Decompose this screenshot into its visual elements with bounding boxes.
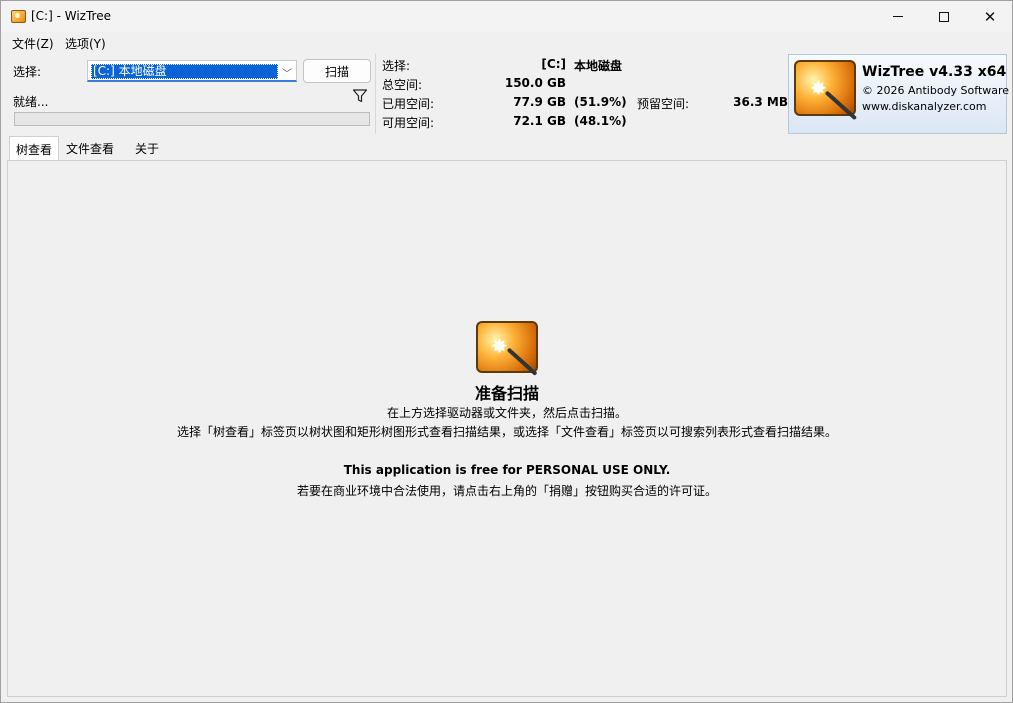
reserved-space-value: 36.3 MB xyxy=(733,95,788,109)
license-notice: This application is free for PERSONAL US… xyxy=(343,463,671,477)
website-link[interactable]: www.diskanalyzer.com xyxy=(862,100,987,113)
star-icon: ✸ xyxy=(810,76,827,100)
filter-icon[interactable] xyxy=(352,88,368,104)
free-space-value: 72.1 GB xyxy=(513,114,566,128)
status-text: 就绪... xyxy=(13,95,49,109)
tree-view-content: ✸ 准备扫描 在上方选择驱动器或文件夹，然后点击扫描。 选择「树查看」标签页以树… xyxy=(7,160,1007,697)
scan-button[interactable]: 扫描 xyxy=(303,59,371,83)
total-space-label: 总空间: xyxy=(382,78,423,92)
wizard-wand-icon: ✸ xyxy=(794,60,858,121)
copyright: © 2026 Antibody Software xyxy=(862,84,1010,97)
used-space-percent: (51.9%) xyxy=(574,95,627,109)
free-space-label: 可用空间: xyxy=(382,116,435,130)
menu-bar: 文件(Z) 选项(Y) xyxy=(1,32,1012,53)
info-drive-name: 本地磁盘 xyxy=(574,59,623,73)
menu-options[interactable]: 选项(Y) xyxy=(65,35,106,52)
app-name: WizTree v4.33 x64 xyxy=(862,64,1007,80)
drive-info-panel: 选择: [C:] 本地磁盘 总空间: 150.0 GB 已用空间: 77.9 G… xyxy=(375,54,788,134)
close-icon: ✕ xyxy=(983,7,997,26)
maximize-icon xyxy=(939,11,949,22)
wand-icon xyxy=(506,347,538,376)
used-space-value: 77.9 GB xyxy=(513,95,566,109)
app-icon xyxy=(11,10,26,23)
reserved-space-label: 预留空间: xyxy=(637,97,690,111)
drive-select-value: [C:] 本地磁盘 xyxy=(91,64,278,79)
free-space-percent: (48.1%) xyxy=(574,114,627,128)
scan-progress-bar xyxy=(14,112,370,126)
minimize-button[interactable] xyxy=(875,1,921,32)
wiztree-window: [C:] - WizTree ✕ 文件(Z) 选项(Y) 选择: [C:] 本地… xyxy=(0,0,1013,703)
star-icon: ✸ xyxy=(491,334,508,358)
drive-select[interactable]: [C:] 本地磁盘 ﹀ xyxy=(87,60,297,82)
chevron-down-icon[interactable]: ﹀ xyxy=(282,65,292,80)
total-space-value: 150.0 GB xyxy=(504,76,566,90)
ready-title: 准备扫描 xyxy=(474,384,539,403)
info-drive-letter: [C:] xyxy=(541,57,566,71)
window-title: [C:] - WizTree xyxy=(31,9,111,23)
minimize-icon xyxy=(893,16,903,17)
title-bar[interactable]: [C:] - WizTree ✕ xyxy=(1,1,1012,32)
used-space-label: 已用空间: xyxy=(382,97,435,111)
scan-panel: 选择: [C:] 本地磁盘 ﹀ 扫描 就绪... xyxy=(7,54,375,134)
instruction-line-1: 在上方选择驱动器或文件夹，然后点击扫描。 xyxy=(386,406,627,420)
tab-about[interactable]: 关于 xyxy=(129,136,165,160)
info-select-label: 选择: xyxy=(382,59,411,73)
tab-tree-view[interactable]: 树查看 xyxy=(9,136,60,161)
wand-icon xyxy=(824,90,858,121)
wizard-wand-icon: ✸ xyxy=(476,321,538,376)
instruction-line-2: 选择「树查看」标签页以树状图和矩形树图形式查看扫描结果，或选择「文件查看」标签页… xyxy=(176,425,837,439)
maximize-button[interactable] xyxy=(921,1,967,32)
menu-file[interactable]: 文件(Z) xyxy=(12,35,54,52)
close-button[interactable]: ✕ xyxy=(967,1,1013,32)
tab-file-view[interactable]: 文件查看 xyxy=(60,136,120,160)
view-tabs: 树查看 文件查看 关于 xyxy=(7,136,1007,161)
branding-panel[interactable]: ✸ WizTree v4.33 x64 © 2026 Antibody Soft… xyxy=(788,54,1010,134)
select-label: 选择: xyxy=(13,65,42,79)
license-instruction: 若要在商业环境中合法使用，请点击右上角的「捐赠」按钮购买合适的许可证。 xyxy=(296,484,717,498)
